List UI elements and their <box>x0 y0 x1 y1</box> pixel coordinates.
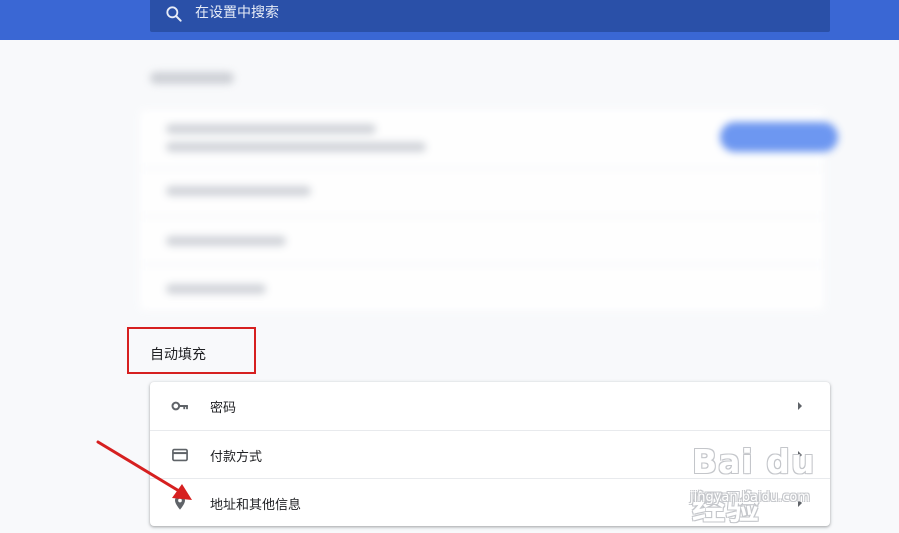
blurred-divider <box>140 168 824 169</box>
blurred-text-line <box>166 186 311 196</box>
autofill-item-label: 付款方式 <box>210 450 263 465</box>
arrow-right-icon <box>798 402 802 410</box>
watermark-url: jingyan.baidu.com <box>690 490 810 505</box>
autofill-item-passwords[interactable]: 密码 <box>150 382 830 430</box>
blurred-text-line <box>166 236 286 246</box>
autofill-item-label: 密码 <box>210 401 237 416</box>
key-icon <box>171 401 188 411</box>
blurred-section-title <box>150 72 234 84</box>
settings-search-bar[interactable] <box>150 0 830 32</box>
blurred-button <box>720 122 838 152</box>
annotation-arrow-icon <box>96 440 192 500</box>
blurred-text-line <box>166 142 426 152</box>
search-icon[interactable] <box>164 4 184 24</box>
settings-header <box>0 0 899 40</box>
blurred-section-card <box>140 110 838 310</box>
autofill-section-title: 自动填充 <box>150 347 206 363</box>
blurred-text-line <box>166 124 376 134</box>
blurred-text-line <box>166 284 266 294</box>
autofill-item-label: 地址和其他信息 <box>210 498 302 513</box>
baidu-jingyan-watermark: Bai du 经验 jingyan.baidu.com <box>686 436 856 527</box>
blurred-previous-section <box>112 60 852 318</box>
blurred-divider <box>140 216 824 217</box>
search-input[interactable] <box>195 0 795 26</box>
watermark-logo: Bai du 经验 <box>692 442 816 527</box>
blurred-divider <box>140 264 824 265</box>
